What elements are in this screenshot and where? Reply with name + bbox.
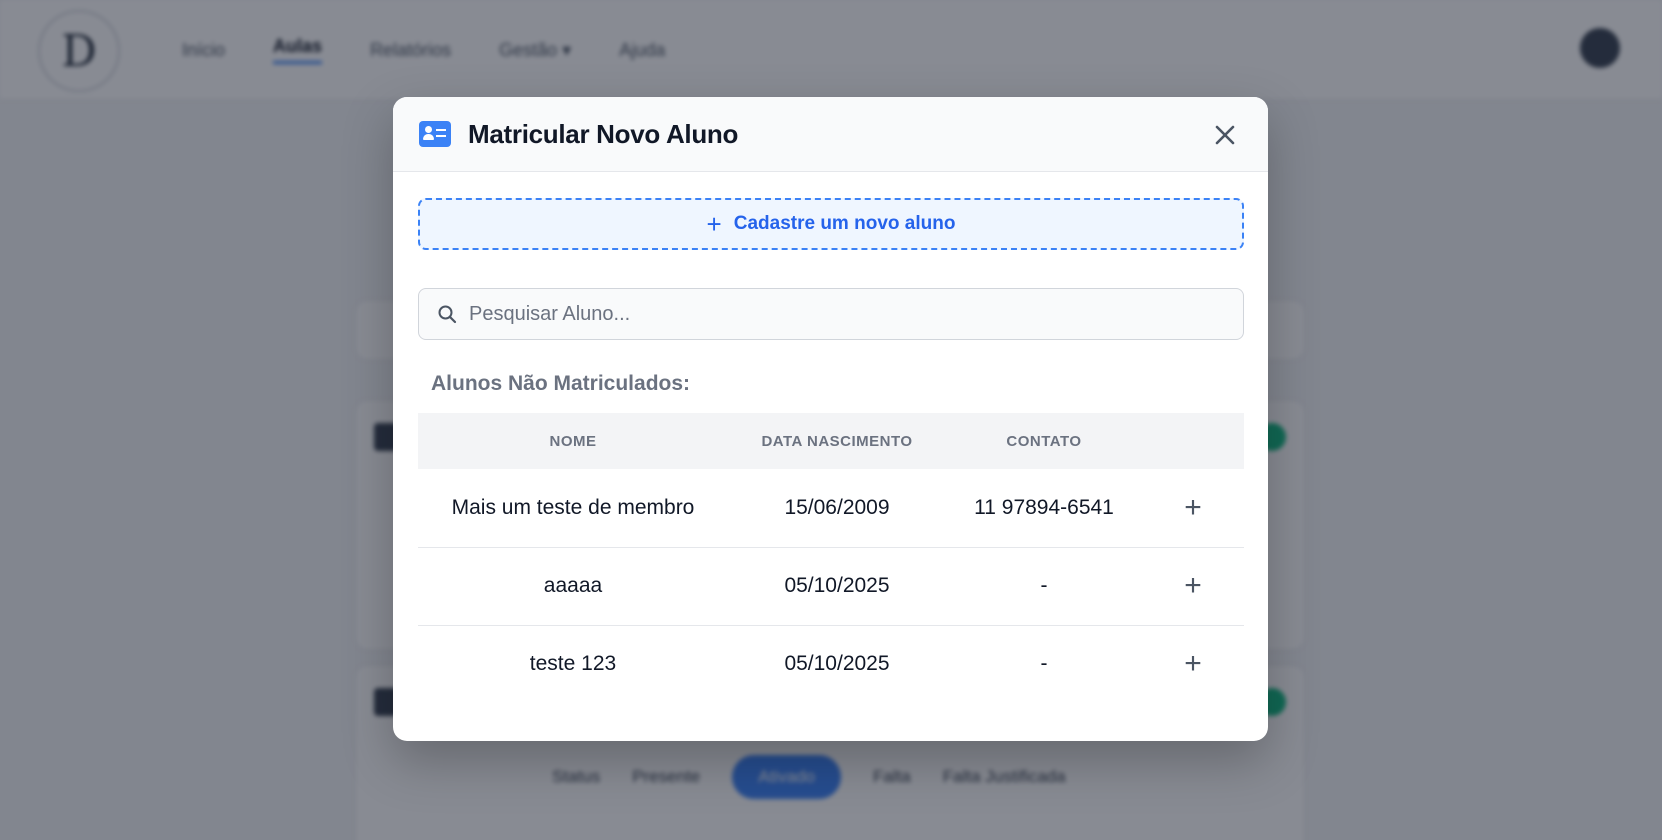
modal-header: Matricular Novo Aluno <box>393 97 1268 172</box>
modal-title: Matricular Novo Aluno <box>468 118 739 149</box>
student-birth-date: 05/10/2025 <box>728 547 946 626</box>
student-birth-date: 15/06/2009 <box>728 469 946 548</box>
student-name: Mais um teste de membro <box>418 469 728 548</box>
add-new-student-label: Cadastre um novo aluno <box>733 213 956 234</box>
student-name: aaaaa <box>418 547 728 626</box>
table-row: Mais um teste de membro 15/06/2009 11 97… <box>418 469 1244 548</box>
search-box[interactable] <box>418 288 1244 340</box>
enroll-student-modal: Matricular Novo Aluno + Cadastre um novo… <box>393 97 1268 741</box>
plus-icon: + <box>706 209 722 239</box>
student-contact: - <box>946 547 1142 626</box>
section-label: Alunos Não Matriculados: <box>431 372 691 395</box>
unenrolled-students-table: NOME DATA NASCIMENTO CONTATO Mais um tes… <box>418 413 1244 703</box>
enroll-student-button[interactable]: + <box>1184 571 1202 601</box>
student-contact: - <box>1040 652 1048 676</box>
student-name: teste 123 <box>529 652 617 676</box>
student-birth-date: 05/10/2025 <box>784 652 890 676</box>
id-card-icon <box>419 121 451 147</box>
column-header-name: NOME <box>418 413 728 469</box>
close-button[interactable] <box>1211 121 1239 149</box>
add-new-student-button[interactable]: + Cadastre um novo aluno <box>418 198 1244 250</box>
table-header-row: NOME DATA NASCIMENTO CONTATO <box>418 413 1244 469</box>
column-header-contact: CONTATO <box>946 413 1142 469</box>
enroll-student-button[interactable]: + <box>1184 492 1202 523</box>
search-input[interactable] <box>469 302 1225 326</box>
close-icon <box>1215 125 1235 145</box>
search-icon <box>438 305 457 324</box>
table-row: aaaaa 05/10/2025 - + <box>418 547 1244 626</box>
column-header-action <box>1142 413 1244 469</box>
table-row: teste 123 05/10/2025 - + <box>418 625 1244 703</box>
enroll-student-button[interactable]: + <box>1184 649 1202 679</box>
column-header-birth: DATA NASCIMENTO <box>728 413 946 469</box>
student-contact: 11 97894-6541 <box>946 469 1142 548</box>
